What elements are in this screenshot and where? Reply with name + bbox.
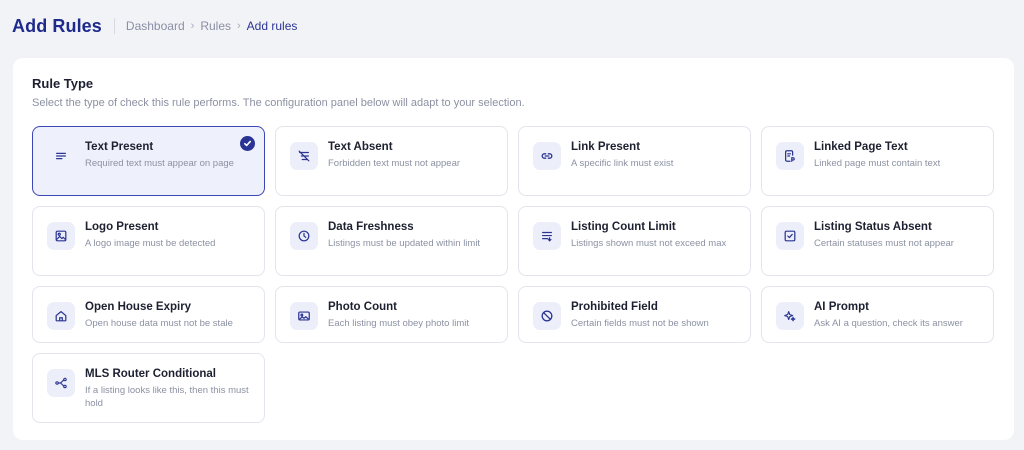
card-title: Link Present bbox=[571, 141, 641, 153]
breadcrumb: Dashboard › Rules › Add rules bbox=[126, 19, 297, 33]
page-header: Add Rules Dashboard › Rules › Add rules bbox=[12, 13, 297, 39]
card-description: Listings must be updated within limit bbox=[328, 238, 481, 249]
rule-card-mls-router-conditional[interactable]: MLS Router Conditional If a listing look… bbox=[32, 353, 265, 423]
breadcrumb-add-rules: Add rules bbox=[246, 19, 298, 33]
breadcrumb-chevron-icon: › bbox=[190, 20, 195, 32]
prohibited-icon bbox=[533, 302, 561, 330]
list-limit-icon bbox=[533, 222, 561, 250]
rule-card-linked-page-text[interactable]: Linked Page Text Linked page must contai… bbox=[761, 126, 994, 196]
card-title: Logo Present bbox=[85, 221, 159, 233]
card-description: Linked page must contain text bbox=[814, 158, 941, 169]
rule-card-link-present[interactable]: Link Present A specific link must exist bbox=[518, 126, 751, 196]
rule-card-prohibited-field[interactable]: Prohibited Field Certain fields must not… bbox=[518, 286, 751, 343]
breadcrumb-rules[interactable]: Rules bbox=[200, 19, 231, 33]
rule-card-logo-present[interactable]: Logo Present A logo image must be detect… bbox=[32, 206, 265, 276]
card-description: Required text must appear on page bbox=[85, 158, 234, 169]
card-description: Ask AI a question, check its answer bbox=[814, 318, 963, 329]
selected-check-icon bbox=[240, 136, 255, 151]
card-description: Listings shown must not exceed max bbox=[571, 238, 727, 249]
card-description: Certain fields must not be shown bbox=[571, 318, 709, 329]
breadcrumb-chevron-icon: › bbox=[237, 20, 241, 32]
link-icon bbox=[533, 142, 561, 170]
rule-card-open-house-expiry[interactable]: Open House Expiry Open house data must n… bbox=[32, 286, 265, 343]
title-divider bbox=[113, 18, 115, 34]
card-title: Data Freshness bbox=[328, 221, 414, 233]
rule-card-ai-prompt[interactable]: AI Prompt Ask AI a question, check its a… bbox=[761, 286, 994, 343]
clock-icon bbox=[290, 222, 318, 250]
card-description: Certain statuses must not appear bbox=[814, 238, 954, 249]
section-title: Rule Type bbox=[32, 76, 94, 91]
page-title: Add Rules bbox=[12, 15, 102, 36]
rule-card-listing-status-absent[interactable]: Listing Status Absent Certain statuses m… bbox=[761, 206, 994, 276]
photo-icon bbox=[290, 302, 318, 330]
rule-card-photo-count[interactable]: Photo Count Each listing must obey photo… bbox=[275, 286, 508, 343]
text-lines-icon bbox=[47, 142, 75, 170]
card-description: Each listing must obey photo limit bbox=[328, 318, 469, 329]
card-description: A specific link must exist bbox=[571, 158, 674, 169]
card-description: Forbidden text must not appear bbox=[328, 158, 461, 169]
house-icon bbox=[47, 302, 75, 330]
router-branch-icon bbox=[47, 369, 75, 397]
rule-type-grid: Text Present Required text must appear o… bbox=[32, 126, 994, 423]
card-title: Open House Expiry bbox=[85, 301, 192, 313]
text-strikethrough-icon bbox=[290, 142, 318, 170]
rule-type-panel: Rule Type Select the type of check this … bbox=[13, 58, 1014, 440]
rule-card-text-absent[interactable]: Text Absent Forbidden text must not appe… bbox=[275, 126, 508, 196]
card-title: Listing Status Absent bbox=[814, 221, 932, 233]
card-description: A logo image must be detected bbox=[85, 238, 216, 249]
image-icon bbox=[47, 222, 75, 250]
card-description: Open house data must not be stale bbox=[85, 318, 233, 329]
card-title: Text Present bbox=[85, 141, 154, 153]
card-title: Linked Page Text bbox=[814, 141, 908, 153]
sparkle-icon bbox=[776, 302, 804, 330]
card-title: AI Prompt bbox=[814, 301, 869, 313]
card-title: MLS Router Conditional bbox=[85, 368, 216, 380]
card-description: If a listing looks like this, then this … bbox=[85, 385, 249, 409]
rule-card-listing-count-limit[interactable]: Listing Count Limit Listings shown must … bbox=[518, 206, 751, 276]
rule-card-text-present[interactable]: Text Present Required text must appear o… bbox=[32, 126, 265, 196]
breadcrumb-dashboard[interactable]: Dashboard bbox=[126, 19, 185, 33]
section-description: Select the type of check this rule perfo… bbox=[32, 97, 525, 109]
card-title: Listing Count Limit bbox=[571, 221, 676, 233]
document-link-icon bbox=[776, 142, 804, 170]
rule-card-data-freshness[interactable]: Data Freshness Listings must be updated … bbox=[275, 206, 508, 276]
card-title: Text Absent bbox=[328, 141, 393, 153]
card-title: Photo Count bbox=[328, 301, 397, 313]
card-title: Prohibited Field bbox=[571, 301, 658, 313]
checkbox-icon bbox=[776, 222, 804, 250]
